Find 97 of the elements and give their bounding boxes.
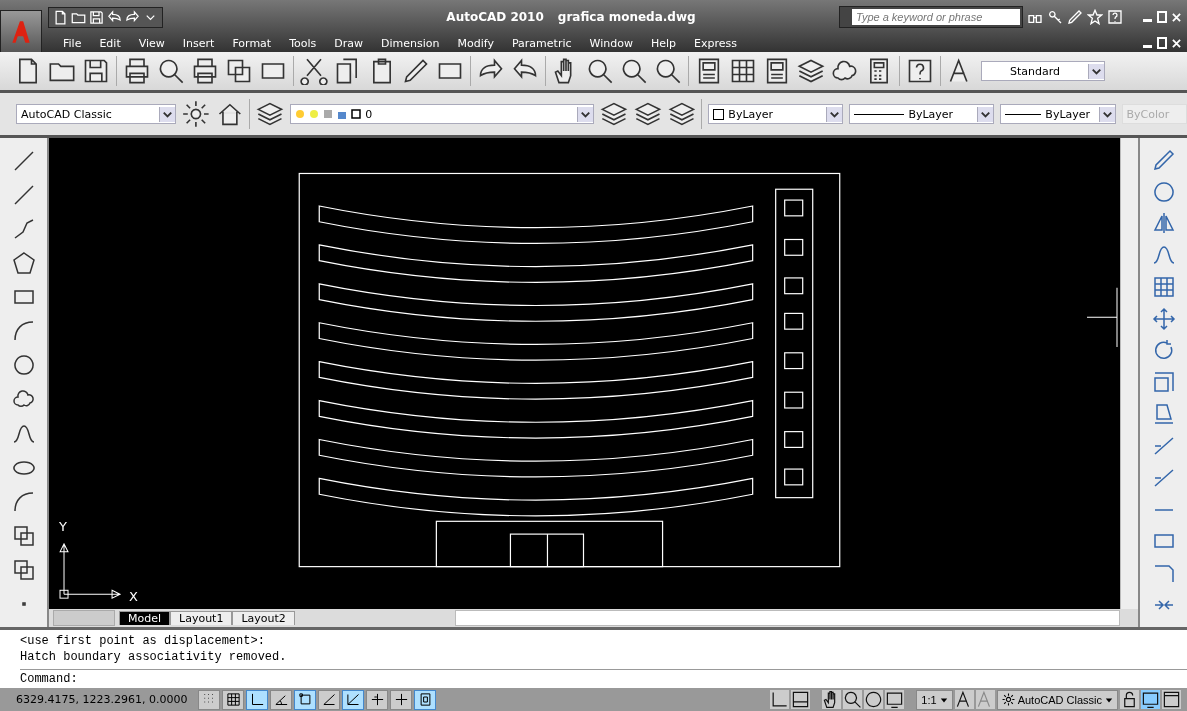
lwt-toggle[interactable] <box>390 689 412 710</box>
star-icon[interactable] <box>1087 9 1103 25</box>
scissors-icon[interactable] <box>300 57 328 85</box>
minimize-icon[interactable] <box>1143 18 1152 22</box>
y-axis-label: Y <box>59 519 67 535</box>
color-swatch-icon <box>713 108 725 120</box>
close-icon[interactable] <box>1172 12 1181 22</box>
scale-icon[interactable] <box>1151 370 1176 395</box>
dyn-toggle[interactable] <box>366 689 388 710</box>
chevron-down-icon <box>1098 106 1115 122</box>
workspace-switch-button[interactable]: AutoCAD Classic <box>996 689 1118 710</box>
caret-icon <box>939 695 948 704</box>
crosshair-cursor <box>1086 287 1118 348</box>
x-axis-label: X <box>129 589 138 605</box>
help-icon[interactable] <box>906 57 934 85</box>
color-swatch-icon[interactable] <box>351 109 362 119</box>
minimize-icon[interactable] <box>1143 44 1152 48</box>
polygon-icon[interactable] <box>11 251 36 276</box>
chevron-down-icon <box>158 106 175 122</box>
move-icon[interactable] <box>1151 306 1176 331</box>
printer-icon[interactable] <box>191 57 219 85</box>
help-icon[interactable] <box>1107 9 1123 25</box>
line-sample-icon <box>854 113 905 115</box>
layers-icon[interactable] <box>633 100 662 128</box>
chevron-down-icon <box>826 106 843 122</box>
zoom-icon[interactable] <box>586 57 614 85</box>
print-preview-icon[interactable] <box>157 57 185 85</box>
restore-icon[interactable] <box>1157 37 1167 49</box>
zoom-icon[interactable] <box>843 690 863 709</box>
zoom-previous-icon[interactable] <box>654 57 682 85</box>
lock-icon[interactable] <box>1120 690 1139 709</box>
layout-tab[interactable]: Layout2 <box>232 611 295 625</box>
maximize-icon[interactable] <box>1157 11 1167 23</box>
coordinates-readout: 6329.4175, 1223.2961, 0.0000 <box>15 693 189 706</box>
layout-tab[interactable]: Layout1 <box>170 611 233 625</box>
annotation-scale-button[interactable]: 1:1 <box>916 689 953 710</box>
new-file-icon[interactable] <box>53 9 68 25</box>
snap-toggle[interactable] <box>198 689 220 710</box>
menu-item[interactable]: View <box>129 36 174 50</box>
menu-item[interactable]: Window <box>580 36 642 50</box>
search-field[interactable]: Type a keyword or phrase <box>852 9 1020 25</box>
menu-item[interactable]: Draw <box>325 36 372 50</box>
menu-item[interactable]: Tools <box>280 36 326 50</box>
menu-item[interactable]: Parametric <box>502 36 581 50</box>
save-icon[interactable] <box>82 57 110 85</box>
command-history-line: Hatch boundary associativity removed. <box>20 649 288 665</box>
line-sample-icon <box>1005 113 1042 115</box>
polar-toggle[interactable] <box>270 689 292 710</box>
app-title: AutoCAD 2010 <box>446 10 544 24</box>
pan-hand-icon[interactable] <box>822 690 842 709</box>
osnap-toggle[interactable] <box>294 689 316 710</box>
grid-toggle[interactable] <box>222 689 244 710</box>
layers-icon[interactable] <box>599 100 628 128</box>
workspace-dropdown[interactable]: AutoCAD Classic <box>16 104 176 124</box>
command-line-field[interactable]: Command: <box>20 670 1187 688</box>
array-icon[interactable] <box>1151 275 1176 300</box>
property-dropdown[interactable]: ByLayer <box>1000 104 1116 124</box>
menu-item[interactable]: File <box>54 36 91 50</box>
caret-icon <box>1105 695 1113 704</box>
save-icon[interactable] <box>89 9 104 25</box>
ducs-toggle[interactable] <box>342 689 364 710</box>
grid-icon <box>225 692 241 707</box>
application-menu-button[interactable] <box>0 10 42 54</box>
zoom-window-icon[interactable] <box>620 57 648 85</box>
command-history-line: <use first point as displacement>: <box>20 633 266 649</box>
menu-item[interactable]: Format <box>223 36 281 50</box>
chevron-down-icon <box>576 106 593 122</box>
ortho-toggle[interactable] <box>246 689 268 710</box>
gear-icon[interactable] <box>181 100 210 128</box>
close-icon[interactable] <box>1172 38 1181 48</box>
menu-item[interactable]: Dimension <box>372 36 449 50</box>
horizontal-scrollbar[interactable] <box>454 610 1120 626</box>
chevron-down-icon <box>1088 63 1104 79</box>
otrack-toggle[interactable] <box>318 689 340 710</box>
layers-icon[interactable] <box>256 100 285 128</box>
layout-tab[interactable]: Model <box>119 611 171 625</box>
menu-item[interactable]: Edit <box>90 36 130 50</box>
gear-icon <box>1001 693 1015 706</box>
mirror-icon[interactable] <box>1151 211 1176 236</box>
menu-item[interactable]: Insert <box>173 36 224 50</box>
ucs-axes-drawing <box>59 543 121 599</box>
property-dropdown[interactable]: ByLayer <box>708 104 844 124</box>
chevron-down-icon <box>977 106 994 122</box>
design-center-icon[interactable] <box>729 57 757 85</box>
text-style-dropdown[interactable]: Standard <box>981 61 1105 81</box>
vertical-scrollbar[interactable] <box>1120 138 1138 609</box>
layer-dropdown[interactable]: 0 <box>290 104 594 124</box>
file-name: grafica moneda.dwg <box>557 10 696 24</box>
property-dropdown[interactable]: ByLayer <box>849 104 995 124</box>
drawing-canvas[interactable]: Y X <box>49 138 1120 609</box>
layers-icon[interactable] <box>667 100 696 128</box>
qp-toggle[interactable] <box>414 689 436 710</box>
menu-item[interactable]: Express <box>685 36 746 50</box>
menu-item[interactable]: Modify <box>448 36 503 50</box>
key-icon[interactable] <box>1047 9 1063 25</box>
menu-item[interactable]: Help <box>641 36 685 50</box>
printer-icon[interactable] <box>123 57 151 85</box>
